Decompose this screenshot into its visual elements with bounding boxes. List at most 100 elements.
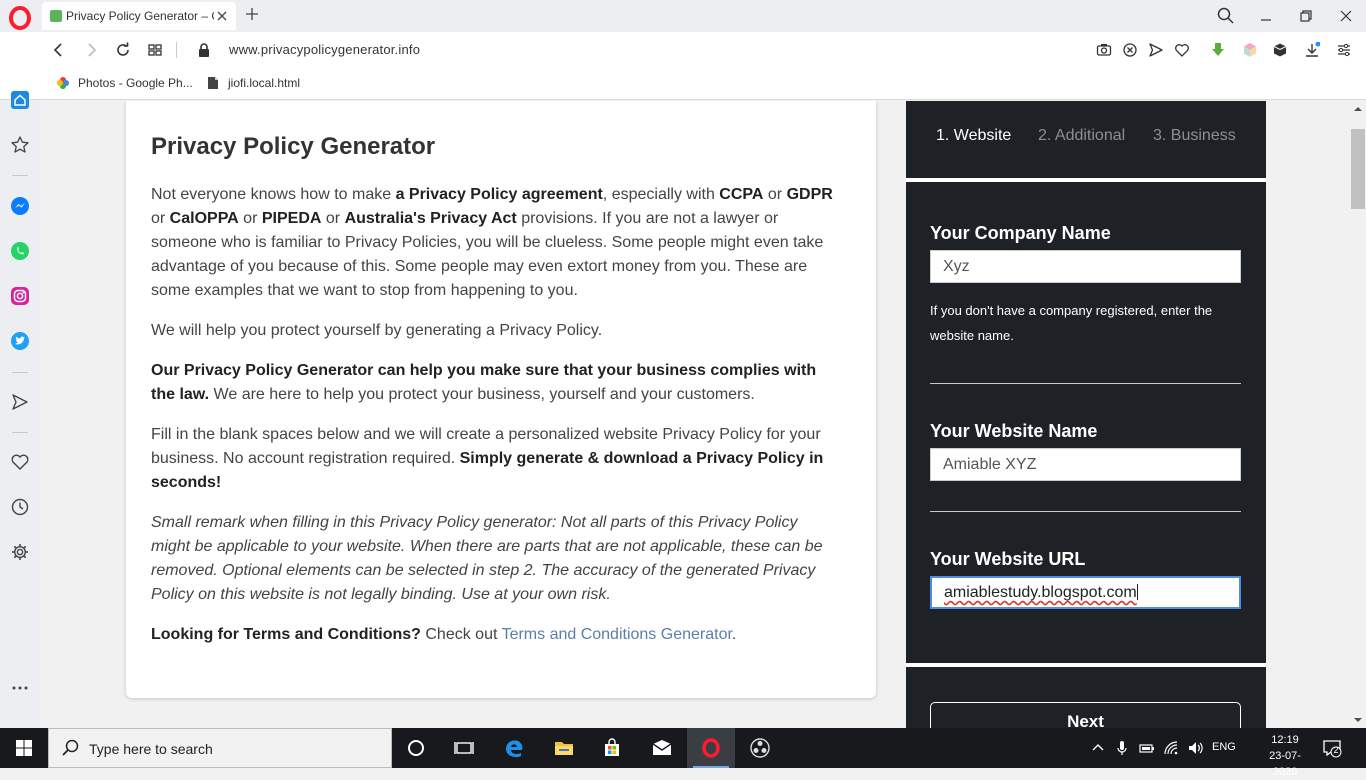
form-divider <box>930 511 1241 512</box>
remark-paragraph: Small remark when filling in this Privac… <box>151 514 823 603</box>
windows-logo-icon <box>16 740 32 756</box>
store-icon[interactable] <box>588 728 636 768</box>
file-explorer-icon[interactable] <box>540 728 588 768</box>
notification-count: 2 <box>1333 745 1339 755</box>
tab-website[interactable]: 1. Website <box>936 127 1011 145</box>
battery-icon[interactable] <box>1139 740 1155 756</box>
bookmarks-star-icon[interactable] <box>10 135 30 155</box>
step-tabs: 1. Website 2. Additional 3. Business <box>906 101 1266 178</box>
url-field[interactable]: www.privacypolicygenerator.info <box>229 42 420 57</box>
address-bar-row: www.privacypolicygenerator.info <box>0 32 1366 68</box>
search-icon <box>62 739 79 756</box>
terms-generator-link[interactable]: Terms and Conditions Generator <box>502 626 732 643</box>
bookmark-jiofi[interactable]: jiofi.local.html <box>206 76 300 90</box>
sidebar-separator <box>12 432 28 433</box>
personal-news-heart-icon[interactable] <box>10 452 30 472</box>
bookmark-heart-icon[interactable] <box>1174 42 1190 58</box>
intro-paragraph: Not everyone knows how to make a Privacy… <box>151 186 833 299</box>
send-icon[interactable] <box>1148 42 1164 58</box>
taskbar-clock[interactable]: 12:19 23-07-2020 <box>1258 732 1312 780</box>
extension-download-icon[interactable] <box>1210 42 1226 58</box>
extension-cube-icon[interactable] <box>1242 42 1258 58</box>
nav-separator <box>176 42 177 58</box>
tab-title: Privacy Policy Generator – Ge <box>66 9 214 23</box>
volume-icon[interactable] <box>1187 740 1203 756</box>
website-name-input[interactable]: Amiable XYZ <box>930 448 1241 481</box>
browser-tab[interactable]: Privacy Policy Generator – Ge <box>42 2 236 30</box>
help-paragraph: We will help you protect yourself by gen… <box>151 322 603 339</box>
url-input-value: amiablestudy.blogspot.com <box>944 584 1137 601</box>
reload-icon[interactable] <box>114 41 132 59</box>
taskbar-search-box[interactable]: Type here to search <box>48 728 392 768</box>
action-center-icon[interactable]: 2 <box>1322 738 1342 758</box>
tab-bar: Privacy Policy Generator – Ge <box>0 0 1366 32</box>
scroll-up-icon[interactable] <box>1354 105 1362 113</box>
opera-sidebar <box>0 91 40 728</box>
show-hidden-icons-icon[interactable] <box>1090 740 1106 756</box>
next-button[interactable]: Next <box>930 702 1241 728</box>
instructions-paragraph: Fill in the blank spaces below and we wi… <box>151 426 824 491</box>
lock-icon[interactable] <box>195 41 213 59</box>
edge-icon[interactable] <box>490 728 538 768</box>
opera-menu-icon[interactable] <box>6 4 34 32</box>
my-flow-send-icon[interactable] <box>10 392 30 412</box>
easy-setup-icon[interactable] <box>1336 42 1352 58</box>
ad-blocker-icon[interactable] <box>1122 42 1138 58</box>
whatsapp-icon[interactable] <box>10 241 30 261</box>
windows-taskbar: Type here to search ENG 12:19 23-07-2020 <box>0 728 1366 778</box>
tab-search-icon[interactable] <box>1216 6 1236 26</box>
wifi-icon[interactable] <box>1163 740 1179 756</box>
bookmark-google-photos[interactable]: Photos - Google Ph... <box>56 76 193 90</box>
settings-gear-icon[interactable] <box>10 542 30 562</box>
mail-icon[interactable] <box>638 728 686 768</box>
restore-icon[interactable] <box>1296 6 1316 26</box>
messenger-icon[interactable] <box>10 196 30 216</box>
twitter-icon[interactable] <box>10 331 30 351</box>
sidebar-separator <box>12 372 28 373</box>
bookmarks-bar: Photos - Google Ph... jiofi.local.html <box>0 68 1366 100</box>
back-icon[interactable] <box>50 41 68 59</box>
clock-date: 23-07-2020 <box>1269 750 1301 778</box>
task-view-icon[interactable] <box>440 728 488 768</box>
language-indicator[interactable]: ENG <box>1212 741 1236 753</box>
intro-card: Privacy Policy Generator Not everyone kn… <box>126 101 876 698</box>
instagram-icon[interactable] <box>10 286 30 306</box>
bookmark-label: Photos - Google Ph... <box>78 76 193 90</box>
sidebar-separator <box>12 175 28 176</box>
tab-business[interactable]: 3. Business <box>1153 127 1236 145</box>
wallet-box-icon[interactable] <box>1272 42 1288 58</box>
page-title: Privacy Policy Generator <box>151 133 436 160</box>
website-name-label: Your Website Name <box>930 421 1098 441</box>
close-window-icon[interactable] <box>1336 6 1356 26</box>
company-name-input[interactable]: Xyz <box>930 250 1241 283</box>
tab-close-icon[interactable] <box>214 8 230 24</box>
start-button[interactable] <box>0 728 48 768</box>
website-form: Your Company Name Xyz If you don't have … <box>906 182 1266 663</box>
downloads-icon[interactable] <box>1304 42 1320 58</box>
compliance-paragraph: Our Privacy Policy Generator can help yo… <box>151 362 817 403</box>
scroll-down-icon[interactable] <box>1354 716 1362 724</box>
new-tab-icon[interactable] <box>244 6 260 22</box>
file-icon <box>206 76 220 90</box>
page-scrollbar[interactable] <box>1350 101 1366 728</box>
company-name-label: Your Company Name <box>930 223 1111 243</box>
microphone-icon[interactable] <box>1114 740 1130 756</box>
history-clock-icon[interactable] <box>10 497 30 517</box>
speed-dial-home-icon[interactable] <box>10 90 30 110</box>
forward-icon[interactable] <box>82 41 100 59</box>
opera-taskbar-icon[interactable] <box>687 728 735 768</box>
cortana-icon[interactable] <box>392 728 440 768</box>
obs-icon[interactable] <box>736 728 784 768</box>
tabs-grid-icon[interactable] <box>146 41 164 59</box>
bookmark-label: jiofi.local.html <box>228 76 301 90</box>
website-url-label: Your Website URL <box>930 549 1086 569</box>
snapshot-camera-icon[interactable] <box>1096 42 1112 58</box>
website-url-input[interactable]: amiablestudy.blogspot.com <box>930 576 1241 609</box>
more-options-icon[interactable] <box>10 678 30 698</box>
form-divider <box>930 383 1241 384</box>
tab-additional[interactable]: 2. Additional <box>1038 127 1125 145</box>
next-section: Next <box>906 667 1266 728</box>
page-viewport: Privacy Policy Generator Not everyone kn… <box>40 101 1350 728</box>
minimize-icon[interactable] <box>1256 6 1276 26</box>
scroll-thumb[interactable] <box>1351 129 1365 209</box>
